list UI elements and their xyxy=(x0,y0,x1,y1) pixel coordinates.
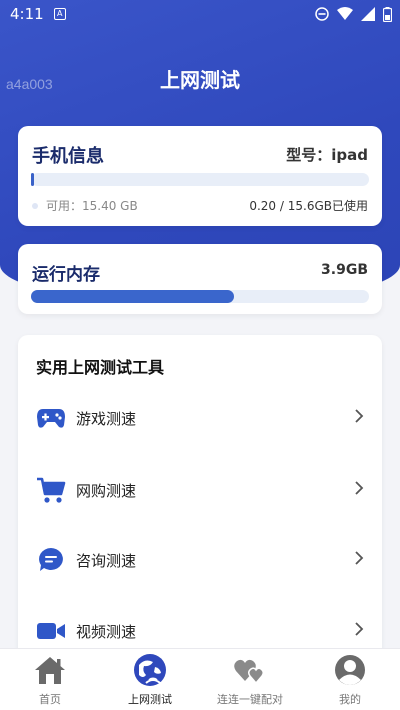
memory-bar xyxy=(31,290,369,303)
memory-title: 运行内存 xyxy=(32,265,100,285)
tools-card: 实用上网测试工具 游戏测速 网购测速 咨询测速 视频测速 xyxy=(18,335,382,665)
tool-label: 视频测速 xyxy=(76,622,137,641)
tab-label: 首页 xyxy=(39,693,61,706)
battery-icon xyxy=(383,6,392,22)
tab-label: 连连一键配对 xyxy=(217,693,283,706)
storage-bar xyxy=(31,173,369,186)
cart-icon xyxy=(36,475,66,505)
chevron-right-icon xyxy=(354,408,364,429)
tab-mine[interactable]: 我的 xyxy=(300,649,400,710)
tool-item-consult-speed[interactable]: 咨询测速 xyxy=(18,535,382,585)
tool-item-shopping-speed[interactable]: 网购测速 xyxy=(18,465,382,515)
globe-wifi-icon xyxy=(133,653,167,687)
available-text: 可用：15.40 GB xyxy=(46,199,138,213)
available-dot-icon xyxy=(32,202,38,209)
chevron-right-icon xyxy=(354,621,364,642)
status-bar: 4:11 A xyxy=(0,0,400,28)
wifi-icon xyxy=(337,7,353,20)
notification-icon: A xyxy=(53,8,66,20)
hearts-icon xyxy=(233,653,267,687)
tool-label: 游戏测速 xyxy=(76,409,137,428)
tool-label: 咨询测速 xyxy=(76,551,137,570)
storage-bar-fill xyxy=(31,173,35,186)
tool-label: 网购测速 xyxy=(76,481,137,500)
available-storage: 可用：15.40 GB xyxy=(32,197,138,214)
chevron-right-icon xyxy=(354,480,364,501)
bottom-tab-bar: 首页 上网测试 连连一键配对 我的 xyxy=(0,648,400,710)
memory-card: 运行内存 3.9GB xyxy=(18,244,382,314)
tab-one-key-pair[interactable]: 连连一键配对 xyxy=(200,649,300,710)
profile-icon xyxy=(333,653,367,687)
gamepad-icon xyxy=(36,403,66,433)
do-not-disturb-icon xyxy=(315,7,329,21)
tab-network-test[interactable]: 上网测试 xyxy=(100,649,200,710)
chat-bubble-icon xyxy=(36,545,66,575)
memory-bar-fill xyxy=(31,290,234,303)
video-camera-icon xyxy=(36,616,66,646)
status-time: 4:11 xyxy=(10,5,44,23)
tab-home[interactable]: 首页 xyxy=(0,649,100,710)
tab-label: 我的 xyxy=(339,693,361,706)
home-icon xyxy=(33,653,67,687)
signal-icon xyxy=(361,7,375,21)
tab-label: 上网测试 xyxy=(128,693,172,706)
memory-value: 3.9GB xyxy=(321,262,368,278)
chevron-right-icon xyxy=(354,550,364,571)
model-label: 型号：ipad xyxy=(286,146,368,164)
phone-info-title: 手机信息 xyxy=(32,146,104,167)
tool-item-game-speed[interactable]: 游戏测速 xyxy=(18,393,382,443)
page-title: 上网测试 xyxy=(160,68,240,92)
used-storage-text: 0.20 / 15.6GB已使用 xyxy=(249,199,368,213)
phone-info-card: 手机信息 型号：ipad 可用：15.40 GB 0.20 / 15.6GB已使… xyxy=(18,126,382,226)
tools-heading: 实用上网测试工具 xyxy=(36,358,165,377)
